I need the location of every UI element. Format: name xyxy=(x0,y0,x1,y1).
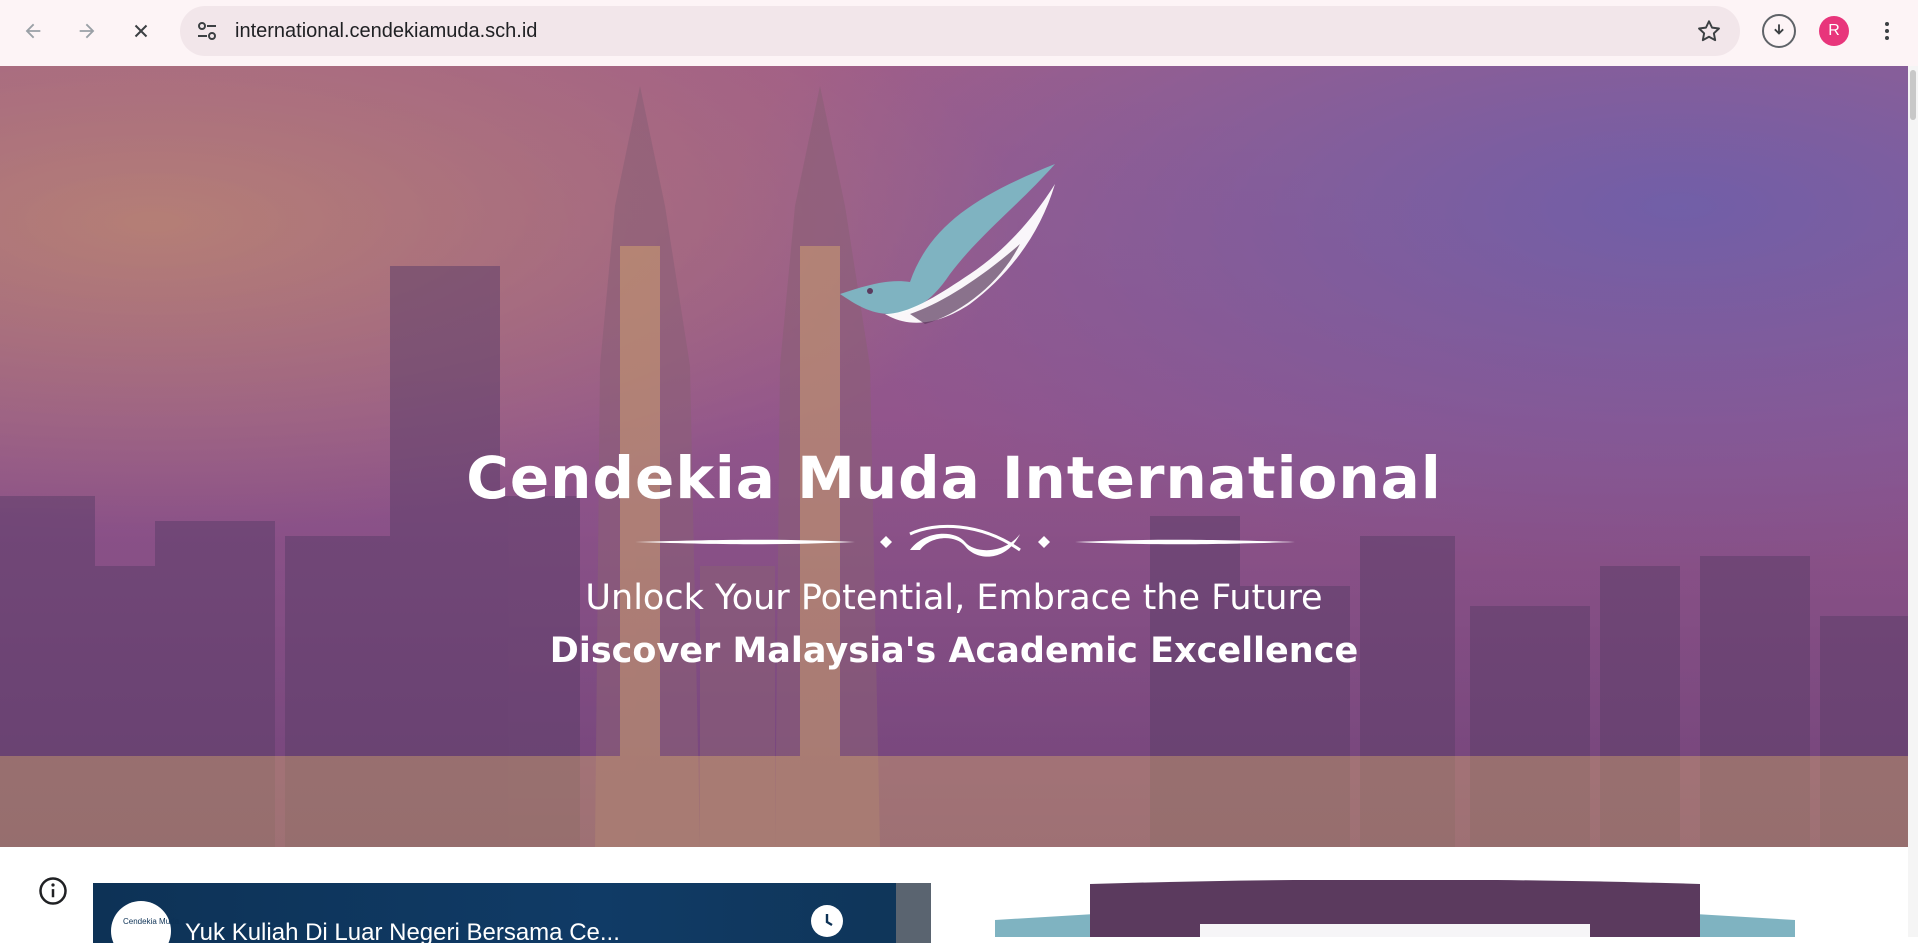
eagle-logo-icon xyxy=(840,164,1055,324)
page-scrollbar[interactable] xyxy=(1908,66,1918,937)
browser-toolbar: international.cendekiamuda.sch.id R xyxy=(0,0,1918,66)
ornamental-divider xyxy=(635,524,1295,557)
download-button[interactable] xyxy=(1762,14,1796,48)
stop-loading-button[interactable] xyxy=(124,14,158,48)
watch-later-icon[interactable] xyxy=(811,905,843,937)
share-icon xyxy=(896,883,931,943)
info-icon[interactable] xyxy=(38,876,68,906)
forward-button[interactable] xyxy=(70,14,104,48)
video-title[interactable]: Yuk Kuliah Di Luar Negeri Bersama Ce... xyxy=(185,919,620,943)
download-icon xyxy=(1774,24,1784,35)
back-icon xyxy=(25,23,41,39)
hero-title: Cendekia Muda International xyxy=(466,444,1442,512)
hero-subtitle: Unlock Your Potential, Embrace the Futur… xyxy=(585,578,1323,618)
more-menu-button[interactable] xyxy=(1872,14,1902,48)
scrollbar-thumb[interactable] xyxy=(1910,70,1916,120)
hero-banner: Cendekia Muda International Unlock Your … xyxy=(0,66,1908,847)
profile-avatar[interactable]: R xyxy=(1819,16,1849,46)
hero-tagline: Discover Malaysia's Academic Excellence xyxy=(549,631,1359,671)
forward-icon xyxy=(79,23,95,39)
stop-loading-icon xyxy=(134,24,148,38)
channel-logo-text: Cendekia Muda xyxy=(123,917,180,926)
more-menu-icon xyxy=(1885,22,1889,40)
clock-icon xyxy=(825,914,833,927)
back-button[interactable] xyxy=(16,14,50,48)
bookmark-star-icon[interactable] xyxy=(1696,18,1722,44)
share-button[interactable] xyxy=(896,883,931,943)
video-embed[interactable]: Cendekia Muda Yuk Kuliah Di Luar Negeri … xyxy=(93,883,931,943)
address-bar[interactable]: international.cendekiamuda.sch.id xyxy=(180,6,1740,56)
site-settings-icon[interactable] xyxy=(195,19,219,43)
url-text[interactable]: international.cendekiamuda.sch.id xyxy=(235,20,537,43)
section-ribbon-banner xyxy=(995,880,1795,937)
